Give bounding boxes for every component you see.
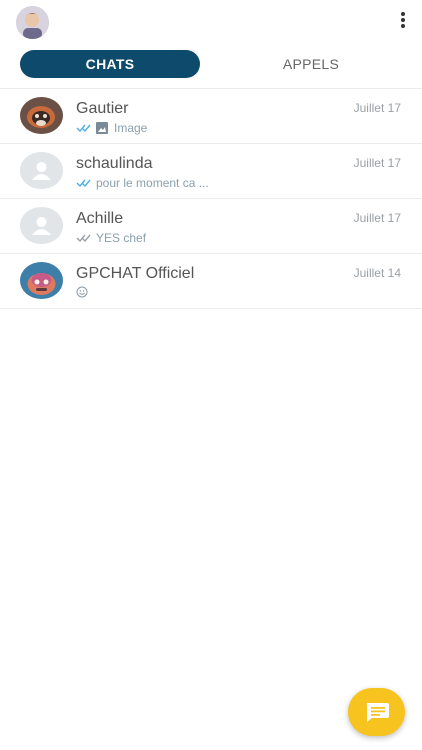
avatar: [20, 152, 63, 189]
chat-preview: YES chef: [76, 231, 146, 245]
top-bar: [0, 0, 422, 44]
chat-date: Juillet 14: [353, 266, 401, 280]
default-user-icon: [20, 152, 63, 189]
chat-icon: [366, 703, 389, 722]
tab-appels[interactable]: APPELS: [220, 50, 402, 78]
chat-row-schaulinda[interactable]: schaulinda Juillet 17 pour le moment ca …: [0, 143, 422, 198]
chat-preview: pour le moment ca ...: [76, 176, 209, 190]
double-check-icon: [76, 234, 91, 243]
chat-row-gpchat-officiel[interactable]: GPCHAT Officiel Juillet 14: [0, 253, 422, 309]
chat-row-achille[interactable]: Achille Juillet 17 YES chef: [0, 198, 422, 253]
avatar: [20, 262, 63, 299]
chat-preview: [76, 286, 88, 298]
chat-preview-text: YES chef: [96, 231, 147, 245]
chat-name: GPCHAT Officiel: [76, 265, 195, 282]
default-user-icon: [20, 207, 63, 244]
chat-date: Juillet 17: [353, 156, 401, 170]
avatar: [20, 207, 63, 244]
avatar: [20, 97, 63, 134]
double-check-icon: [76, 179, 91, 188]
chat-date: Juillet 17: [353, 211, 401, 225]
chat-name: Gautier: [76, 100, 129, 117]
tab-bar: CHATS APPELS: [20, 50, 402, 78]
new-chat-button[interactable]: [348, 688, 405, 736]
image-icon: [96, 122, 108, 134]
double-check-icon: [76, 124, 91, 133]
chat-row-gautier[interactable]: Gautier Juillet 17 Image: [0, 88, 422, 143]
chat-name: Achille: [76, 210, 124, 227]
chat-preview-text: Image: [114, 121, 148, 135]
chat-name: schaulinda: [76, 155, 153, 172]
chat-preview: Image: [76, 121, 147, 135]
profile-avatar[interactable]: [16, 6, 49, 39]
more-vert-icon[interactable]: [398, 10, 408, 32]
chat-list: Gautier Juillet 17 Image schaulinda Juil…: [0, 88, 422, 309]
emoji-icon: [76, 286, 88, 298]
chat-date: Juillet 17: [353, 101, 401, 115]
chat-preview-text: pour le moment ca ...: [96, 176, 209, 190]
tab-chats[interactable]: CHATS: [20, 50, 200, 78]
